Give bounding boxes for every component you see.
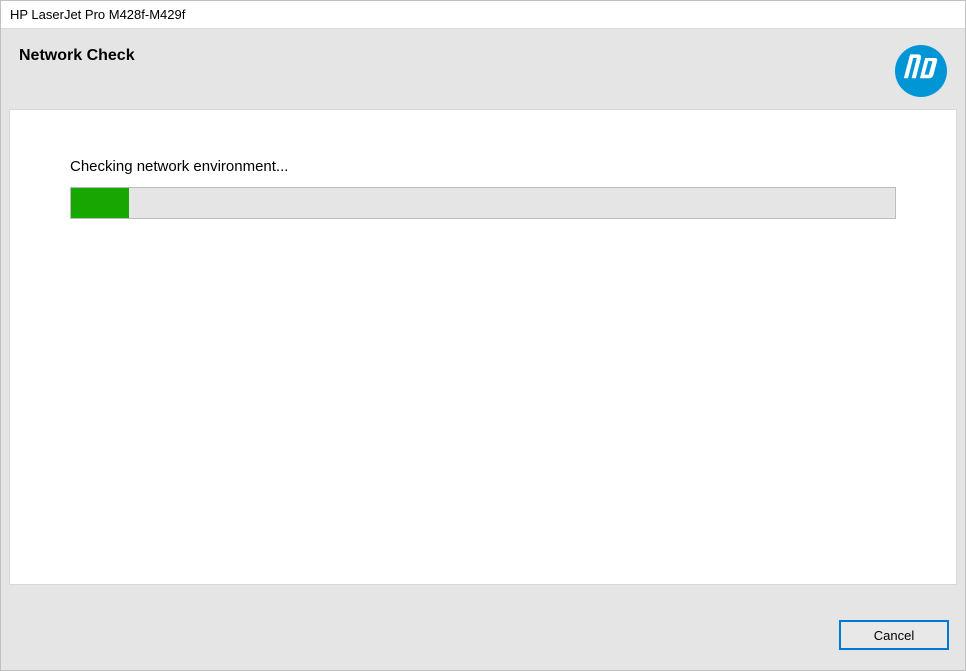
header: Network Check [1,29,965,109]
content-card: Checking network environment... [9,109,957,585]
page-title: Network Check [19,47,135,65]
cancel-button[interactable]: Cancel [839,620,949,650]
status-text: Checking network environment... [70,158,896,175]
window-titlebar: HP LaserJet Pro M428f-M429f [1,1,965,29]
content-wrapper: Checking network environment... [1,109,965,600]
progress-fill [71,188,129,218]
progress-bar [70,187,896,219]
window-title: HP LaserJet Pro M428f-M429f [10,7,185,22]
hp-logo-icon [895,47,947,102]
footer: Cancel [1,600,965,670]
